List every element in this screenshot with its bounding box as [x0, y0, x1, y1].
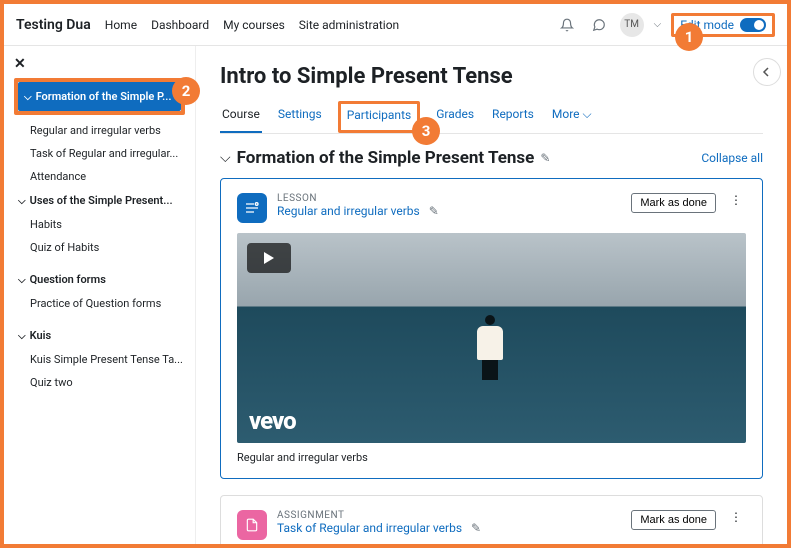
close-drawer-button[interactable]: ✕ [14, 56, 185, 72]
sidebar-section-title[interactable]: Uses of the Simple Present... [14, 188, 185, 213]
tab-participants[interactable]: Participants [338, 101, 420, 133]
nav-dashboard[interactable]: Dashboard [151, 18, 209, 32]
sidebar-section-formation: Formation of the Simple P... [14, 78, 185, 115]
callout-2: 2 [172, 77, 200, 105]
activity-card-lesson: LESSON Regular and irregular verbs ✎ Mar… [220, 178, 763, 479]
pencil-icon[interactable]: ✎ [540, 151, 550, 165]
notifications-button[interactable] [556, 14, 578, 36]
tab-course[interactable]: Course [220, 101, 262, 133]
nav-home[interactable]: Home [105, 18, 137, 32]
activity-menu-button[interactable]: ⋮ [726, 510, 746, 524]
sidebar: ✕ Formation of the Simple P... Regular a… [4, 46, 196, 544]
tab-settings[interactable]: Settings [276, 101, 324, 133]
section-header: ⌵ Formation of the Simple Present Tense … [220, 148, 763, 168]
pencil-icon[interactable]: ✎ [429, 204, 439, 218]
topbar: Testing Dua Home Dashboard My courses Si… [4, 4, 787, 46]
nav-mycourses[interactable]: My courses [223, 18, 285, 32]
callout-3: 3 [412, 117, 440, 145]
mark-done-button[interactable]: Mark as done [631, 510, 716, 530]
course-tabs: Course Settings Participants Grades Repo… [220, 101, 763, 134]
main-content: Intro to Simple Present Tense Course Set… [196, 46, 787, 544]
play-icon [247, 243, 291, 273]
edit-mode-toggle[interactable] [740, 18, 766, 32]
sidebar-section-question: Question forms Practice of Question form… [14, 267, 185, 315]
collapse-all-link[interactable]: Collapse all [701, 151, 763, 165]
video-caption: Regular and irregular verbs [237, 451, 746, 464]
activity-title-link[interactable]: Regular and irregular verbs [277, 204, 420, 218]
mark-done-button[interactable]: Mark as done [631, 193, 716, 213]
video-thumbnail[interactable]: vevo [237, 233, 746, 443]
vevo-logo: vevo [249, 407, 296, 435]
nav-siteadmin[interactable]: Site administration [299, 18, 399, 32]
activity-menu-button[interactable]: ⋮ [726, 193, 746, 207]
messages-button[interactable] [588, 14, 610, 36]
sidebar-item[interactable]: Kuis Simple Present Tense Ta... [28, 348, 185, 371]
page-title: Intro to Simple Present Tense [220, 64, 763, 89]
sidebar-item[interactable]: Regular and irregular verbs [28, 119, 185, 142]
figure-silhouette [472, 315, 508, 380]
activity-type: ASSIGNMENT [277, 510, 481, 521]
sidebar-section-kuis: Kuis Kuis Simple Present Tense Ta... Qui… [14, 323, 185, 394]
bell-icon [560, 18, 574, 32]
sidebar-section-title[interactable]: Question forms [14, 267, 185, 292]
section-title: Formation of the Simple Present Tense [237, 148, 535, 168]
sidebar-item[interactable]: Quiz of Habits [28, 236, 185, 259]
chat-icon [592, 18, 606, 32]
sidebar-item[interactable]: Quiz two [28, 371, 185, 394]
sidebar-item[interactable]: Task of Regular and irregular... [28, 142, 185, 165]
callout-1: 1 [675, 23, 703, 51]
lesson-icon [237, 193, 267, 223]
sidebar-section-title[interactable]: Formation of the Simple P... [18, 82, 181, 111]
tab-more[interactable]: More ⌵ [550, 101, 594, 133]
sidebar-subitems: Regular and irregular verbs Task of Regu… [14, 119, 185, 188]
activity-title-link[interactable]: Task of Regular and irregular verbs [277, 521, 462, 535]
primary-nav: Home Dashboard My courses Site administr… [105, 18, 399, 32]
activity-card-assignment: ASSIGNMENT Task of Regular and irregular… [220, 495, 763, 544]
sidebar-item[interactable]: Practice of Question forms [28, 292, 185, 315]
pencil-icon[interactable]: ✎ [471, 521, 481, 535]
assignment-icon [237, 510, 267, 540]
user-menu-caret[interactable]: ⌵ [654, 19, 662, 30]
tab-reports[interactable]: Reports [490, 101, 536, 133]
sidebar-item[interactable]: Attendance [28, 165, 185, 188]
sidebar-section-uses: Uses of the Simple Present... Habits Qui… [14, 188, 185, 259]
tab-grades[interactable]: Grades [434, 101, 476, 133]
activity-type: LESSON [277, 193, 439, 204]
sidebar-section-title[interactable]: Kuis [14, 323, 185, 348]
avatar[interactable]: TM [620, 13, 644, 37]
sidebar-item[interactable]: Habits [28, 213, 185, 236]
chevron-down-icon[interactable]: ⌵ [220, 150, 231, 166]
brand: Testing Dua [16, 17, 91, 33]
